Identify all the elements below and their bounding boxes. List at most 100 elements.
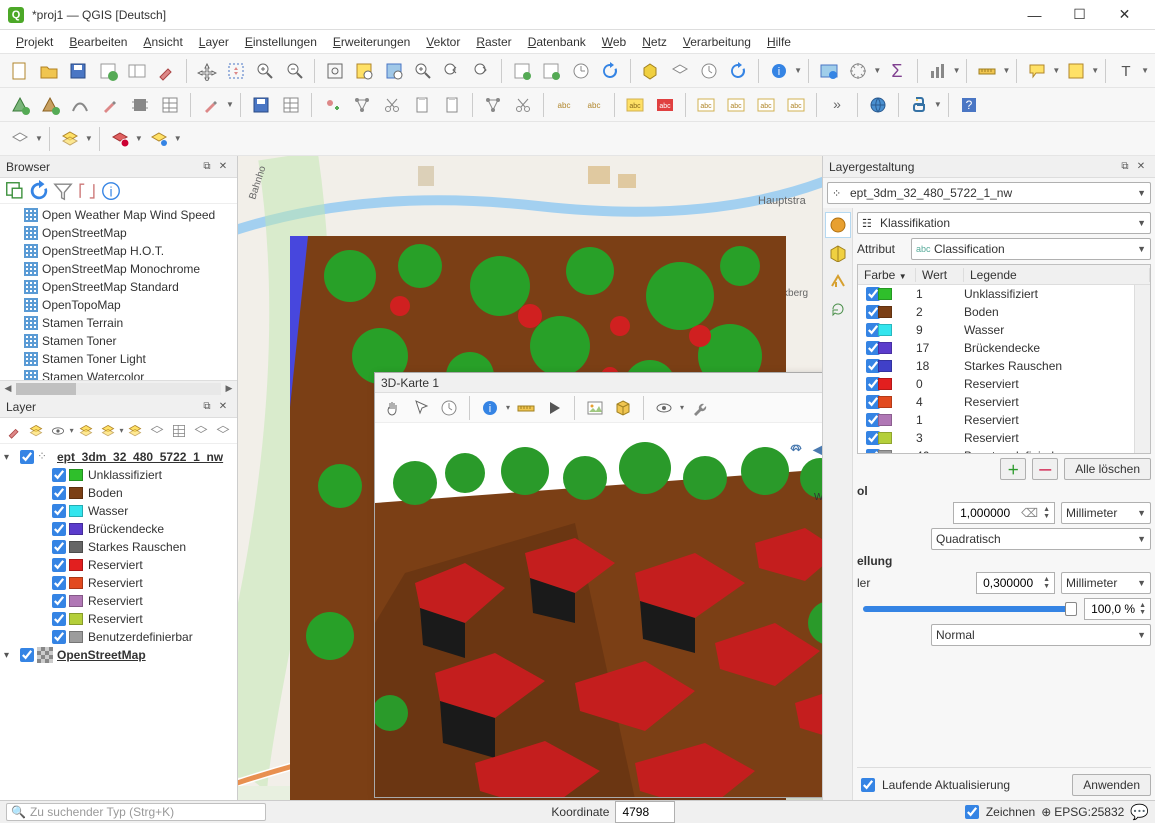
- class-visibility-check[interactable]: [52, 468, 66, 482]
- refresh2-icon[interactable]: [725, 57, 752, 85]
- visibility-icon[interactable]: [48, 420, 68, 442]
- class-visibility-check[interactable]: [52, 522, 66, 536]
- layer-class-item[interactable]: Unklassifiziert: [2, 466, 235, 484]
- pan-icon[interactable]: [193, 57, 220, 85]
- help-icon[interactable]: ?: [955, 91, 983, 119]
- zoom-native-icon[interactable]: [409, 57, 436, 85]
- tree-caret-icon[interactable]: ▾: [4, 452, 16, 463]
- remove-icon[interactable]: [147, 420, 167, 442]
- browser-item[interactable]: Open Weather Map Wind Speed: [0, 206, 237, 224]
- browser-item[interactable]: Stamen Terrain: [0, 314, 237, 332]
- apply-button[interactable]: Anwenden: [1072, 774, 1151, 796]
- class-row[interactable]: 0Reserviert: [858, 375, 1134, 393]
- python-icon[interactable]: [905, 91, 933, 119]
- scale-input[interactable]: [981, 575, 1041, 591]
- class-row[interactable]: 1Reserviert: [858, 411, 1134, 429]
- measure-icon[interactable]: [973, 57, 1001, 85]
- class-row[interactable]: 46Benutzerdefinierbar: [858, 447, 1134, 453]
- layer-visibility-check[interactable]: [20, 450, 34, 464]
- new-mapview-icon[interactable]: [508, 57, 535, 85]
- style-manager-icon[interactable]: [153, 57, 180, 85]
- zoom-out-icon[interactable]: [281, 57, 308, 85]
- browser-list[interactable]: Open Weather Map Wind Speed OpenStreetMap…: [0, 204, 237, 380]
- layer-class-item[interactable]: Wasser: [2, 502, 235, 520]
- layer-style-icon[interactable]: [4, 420, 24, 442]
- render-check[interactable]: Zeichnen: [961, 802, 1035, 822]
- view3d-window[interactable]: 3D-Karte 1 i▾▾: [374, 372, 822, 798]
- menu-projekt[interactable]: Projekt: [8, 33, 61, 51]
- label-rotate-icon[interactable]: abc: [722, 91, 750, 119]
- layer-class-item[interactable]: Reserviert: [2, 610, 235, 628]
- v3d-view-icon[interactable]: [652, 396, 676, 420]
- color-swatch[interactable]: [878, 432, 892, 444]
- class-visibility-check[interactable]: [52, 630, 66, 644]
- label-move-icon[interactable]: abc: [692, 91, 720, 119]
- clear-icon[interactable]: ⌫: [1021, 506, 1038, 520]
- ls-tab-history[interactable]: [825, 296, 851, 322]
- label-show-icon[interactable]: abc: [782, 91, 810, 119]
- layer-class-item[interactable]: Reserviert: [2, 574, 235, 592]
- browser-item[interactable]: OpenStreetMap Monochrome: [0, 260, 237, 278]
- crs-button[interactable]: ⊕EPSG:25832: [1041, 805, 1124, 819]
- temporal-icon[interactable]: [567, 57, 594, 85]
- browser-item[interactable]: Stamen Toner Light: [0, 350, 237, 368]
- tree-caret-icon[interactable]: ▾: [4, 650, 16, 661]
- blend-combo[interactable]: Normal▼: [931, 624, 1151, 646]
- zoom-selection-icon[interactable]: [351, 57, 378, 85]
- layer-undock-icon[interactable]: ⧉: [199, 399, 215, 415]
- attribute-table-icon[interactable]: [156, 91, 184, 119]
- browser-filter-icon[interactable]: [52, 180, 74, 202]
- toggle-edit-icon[interactable]: [96, 91, 124, 119]
- zoom-last-icon[interactable]: [439, 57, 466, 85]
- class-row[interactable]: 4Reserviert: [858, 393, 1134, 411]
- more-icon[interactable]: »: [823, 91, 851, 119]
- open-project-icon[interactable]: [35, 57, 62, 85]
- cut-features-icon[interactable]: [378, 91, 406, 119]
- th-color[interactable]: Farbe ▼: [858, 268, 916, 282]
- menu-web[interactable]: Web: [594, 33, 634, 51]
- browser-refresh-icon[interactable]: [28, 180, 50, 202]
- opacity-slider[interactable]: [863, 606, 1072, 612]
- statistics-icon[interactable]: Σ: [883, 57, 910, 85]
- collapse-icon[interactable]: [125, 420, 145, 442]
- menu-layer[interactable]: Layer: [191, 33, 237, 51]
- new-scratch-icon[interactable]: [36, 91, 64, 119]
- delete-selected-icon[interactable]: [479, 91, 507, 119]
- class-row[interactable]: 17Brückendecke: [858, 339, 1134, 357]
- menu-verarbeitung[interactable]: Verarbeitung: [675, 33, 759, 51]
- new-project-icon[interactable]: [6, 57, 33, 85]
- add-group-icon[interactable]: [26, 420, 46, 442]
- class-visibility-check[interactable]: [52, 558, 66, 572]
- menu-vektor[interactable]: Vektor: [418, 33, 468, 51]
- layer-class-item[interactable]: Brückendecke: [2, 520, 235, 538]
- show-stats-icon[interactable]: [924, 57, 952, 85]
- paste-features-icon[interactable]: [438, 91, 466, 119]
- class-row[interactable]: 9Wasser: [858, 321, 1134, 339]
- browser-item[interactable]: OpenStreetMap H.O.T.: [0, 242, 237, 260]
- v3d-identify-icon[interactable]: i: [478, 396, 502, 420]
- layer-tree[interactable]: ▾⁘ept_3dm_32_480_5722_1_nwUnklassifizier…: [0, 444, 237, 800]
- layout-manager-icon[interactable]: [123, 57, 150, 85]
- browser-undock-icon[interactable]: ⧉: [199, 159, 215, 175]
- opacity-spin[interactable]: ▲▼: [1084, 598, 1151, 620]
- identify-icon[interactable]: i: [765, 57, 793, 85]
- v3d-export-icon[interactable]: [611, 396, 635, 420]
- menu-erweiterungen[interactable]: Erweiterungen: [325, 33, 418, 51]
- color-swatch[interactable]: [878, 360, 892, 372]
- refresh-icon[interactable]: [596, 57, 623, 85]
- class-visibility-check[interactable]: [52, 594, 66, 608]
- v3d-snapshot-icon[interactable]: [583, 396, 607, 420]
- new-layout-icon[interactable]: [94, 57, 121, 85]
- ct-vscroll[interactable]: [1134, 285, 1150, 453]
- color-swatch[interactable]: [878, 342, 892, 354]
- snap-all-icon[interactable]: [56, 125, 84, 153]
- view3d-canvas[interactable]: ▲ ◀ ▶ ▼ ↶ 🔍 ↷ 🔍 N S E W: [375, 423, 822, 797]
- layer-close-icon[interactable]: ✕: [215, 399, 231, 415]
- menu-datenbank[interactable]: Datenbank: [520, 33, 594, 51]
- class-visibility-check[interactable]: [52, 576, 66, 590]
- snap-topo-icon[interactable]: [145, 125, 173, 153]
- snap-layer-icon[interactable]: [6, 125, 34, 153]
- layer-class-item[interactable]: Benutzerdefinierbar: [2, 628, 235, 646]
- size-input[interactable]: [958, 505, 1018, 521]
- class-visibility-check[interactable]: [52, 540, 66, 554]
